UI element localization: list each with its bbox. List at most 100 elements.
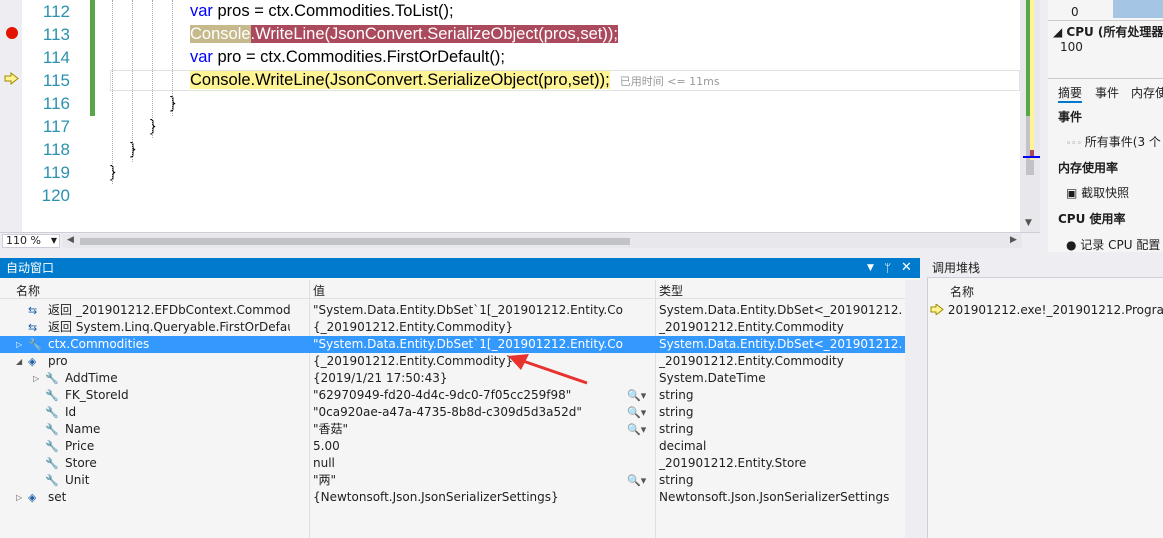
expand-icon[interactable]: ▷ (33, 370, 39, 387)
cpu-header: CPU 使用率 (1058, 212, 1126, 226)
cpu-scale-label: 100 (1060, 40, 1083, 54)
snapshot-button[interactable]: ▣ 截取快照 (1066, 184, 1129, 201)
autos-type: System.DateTime (659, 371, 766, 385)
expand-icon[interactable]: ▷ (16, 336, 22, 353)
close-icon[interactable]: ✕ (901, 258, 912, 278)
autos-value[interactable]: "两" (313, 472, 623, 489)
autos-row[interactable]: 🔧 Price 5.00 decimal (0, 438, 905, 455)
chevron-down-icon: ▼ (50, 236, 57, 245)
autos-value[interactable]: "System.Data.Entity.DbSet`1[_201901212.E… (313, 336, 623, 353)
scrollbar-thumb[interactable] (80, 238, 630, 245)
code-line[interactable]: 114 var pro = ctx.Commodities.FirstOrDefa… (0, 46, 1040, 69)
autos-name: Id (65, 405, 77, 419)
tab-summary[interactable]: 摘要 (1058, 84, 1083, 103)
visualizer-icon[interactable]: 🔍▾ (627, 404, 646, 421)
code-line[interactable]: 117} (0, 115, 1040, 138)
call-stack-column-name[interactable]: 名称 (950, 283, 974, 300)
visualizer-icon[interactable]: 🔍▾ (627, 472, 646, 489)
code-line[interactable]: 113 Console.WriteLine(JsonConvert.Seriali… (0, 23, 1040, 46)
code-line[interactable]: 120 (0, 184, 1040, 207)
tab-events[interactable]: 事件 (1095, 84, 1119, 101)
code-line[interactable]: 115 Console.WriteLine(JsonConvert.Seriali… (0, 69, 1040, 92)
window-menu-icon[interactable]: ▼ (867, 258, 874, 278)
line-number: 117 (42, 117, 70, 136)
call-stack-frame-label: 201901212.exe!_201901212.Program.Main (947, 303, 1163, 317)
column-name[interactable]: 名称 (16, 282, 40, 299)
autos-value[interactable]: {_201901212.Entity.Commodity} (313, 319, 623, 336)
autos-value[interactable]: {Newtonsoft.Json.JsonSerializerSettings} (313, 489, 623, 506)
code-line[interactable]: 116} (0, 92, 1040, 115)
autos-value[interactable]: "62970949-fd20-4d4c-9dc0-7f05cc259f98" (313, 387, 623, 404)
code-token: pro = ctx.Commodities.FirstOrDefault(); (212, 48, 505, 66)
pin-icon[interactable]: ᛘ (884, 258, 891, 278)
autos-name: Name (65, 422, 101, 436)
autos-title-bar[interactable]: 自动窗口 ▼ ᛘ ✕ (0, 258, 920, 278)
autos-row[interactable]: 🔧 Store null _201901212.Entity.Store (0, 455, 905, 472)
code-line[interactable]: 112 var pros = ctx.Commodities.ToList(); (0, 0, 1040, 23)
scroll-left-icon[interactable]: ◀ (67, 235, 74, 245)
zoom-level: 110 % (6, 234, 41, 247)
call-stack-frame[interactable]: 201901212.exe!_201901212.Program.Main (930, 302, 1163, 317)
indent-guide (132, 0, 133, 162)
autos-value[interactable]: null (313, 455, 623, 472)
line-number: 113 (42, 25, 70, 44)
autos-row[interactable]: ⇆ 返回 _201901212.EFDbContext.Commodities.g… (0, 302, 905, 319)
autos-name: Unit (65, 473, 90, 487)
autos-row[interactable]: 🔧 Unit "两" 🔍▾ string (0, 472, 905, 489)
line-number: 120 (41, 186, 70, 205)
autos-row[interactable]: 🔧 Id "0ca920ae-a47a-4735-8b8d-c309d5d3a52d… (0, 404, 905, 421)
tab-memory[interactable]: 内存使 (1131, 84, 1163, 101)
autos-scrollbar[interactable] (905, 280, 920, 538)
property-icon: 🔧 (28, 338, 42, 351)
code-text: var pro = ctx.Commodities.FirstOrDefault… (190, 46, 505, 69)
autos-row[interactable]: ⇆ 返回 System.Linq.Queryable.FirstOrDefault… (0, 319, 905, 336)
record-cpu-button[interactable]: ● 记录 CPU 配置 (1066, 236, 1160, 253)
indent-guide (172, 0, 173, 116)
code-line[interactable]: 118} (0, 138, 1040, 161)
autos-row[interactable]: ◢ ◈ pro {_201901212.Entity.Commodity} _20190… (0, 353, 905, 370)
collapse-icon[interactable]: ◢ (1053, 25, 1066, 39)
autos-type: string (659, 405, 694, 419)
record-cpu-label: 记录 CPU 配置 (1080, 238, 1161, 252)
visualizer-icon[interactable]: 🔍▾ (627, 387, 646, 404)
visualizer-icon[interactable]: 🔍▾ (627, 421, 646, 438)
autos-row[interactable]: 🔧 Name "香菇" 🔍▾ string (0, 421, 905, 438)
autos-row[interactable]: ▷ ◈ set {Newtonsoft.Json.JsonSerializerSett… (0, 489, 905, 506)
call-stack-title[interactable]: 调用堆栈 (927, 258, 1163, 278)
autos-row[interactable]: 🔧 FK_StoreId "62970949-fd20-4d4c-9dc0-7f05… (0, 387, 905, 404)
autos-name: 返回 System.Linq.Queryable.FirstOrDefault<… (48, 320, 290, 334)
autos-row[interactable]: ▷ 🔧 ctx.Commodities "System.Data.Entity.DbS… (0, 336, 905, 353)
camera-icon: ▣ (1066, 186, 1082, 200)
autos-type: decimal (659, 439, 707, 453)
code-token: pros = ctx.Commodities.ToList(); (212, 2, 454, 20)
perf-tip[interactable]: 已用时间 <= 11ms (620, 75, 720, 88)
column-value[interactable]: 值 (313, 282, 325, 299)
autos-value[interactable]: "0ca920ae-a47a-4735-8b8d-c309d5d3a52d" (313, 404, 623, 421)
code-line[interactable]: 119} (0, 161, 1040, 184)
autos-name: FK_StoreId (65, 388, 129, 402)
autos-type: _201901212.Entity.Commodity (659, 354, 844, 368)
current-frame-arrow-icon (930, 302, 944, 317)
events-icon: ◦◦◦ (1066, 139, 1085, 149)
memory-graph (1113, 0, 1163, 18)
scroll-down-icon[interactable]: ▼ (1025, 218, 1032, 228)
autos-value[interactable]: 5.00 (313, 438, 623, 455)
property-icon: 🔧 (45, 474, 59, 487)
column-type[interactable]: 类型 (659, 282, 683, 299)
line-number: 116 (42, 94, 70, 113)
autos-name: set (48, 490, 67, 504)
property-icon: 🔧 (45, 423, 59, 436)
all-events-link[interactable]: ◦◦◦ 所有事件(3 个 (1066, 133, 1161, 150)
autos-name: pro (48, 354, 68, 368)
autos-value[interactable]: "香菇" (313, 421, 623, 438)
collapse-icon[interactable]: ◢ (16, 353, 22, 370)
autos-type: string (659, 388, 694, 402)
expand-icon[interactable]: ▷ (16, 489, 22, 506)
autos-type: string (659, 473, 694, 487)
scroll-right-icon[interactable]: ▶ (1010, 235, 1017, 245)
zoom-level-dropdown[interactable]: 110 % ▼ (2, 234, 60, 248)
autos-row[interactable]: ▷ 🔧 AddTime {2019/1/21 17:50:43} System.Date… (0, 370, 905, 387)
autos-value[interactable]: "System.Data.Entity.DbSet`1[_201901212.E… (313, 302, 623, 319)
line-number: 114 (42, 48, 70, 67)
autos-name: AddTime (65, 371, 118, 385)
